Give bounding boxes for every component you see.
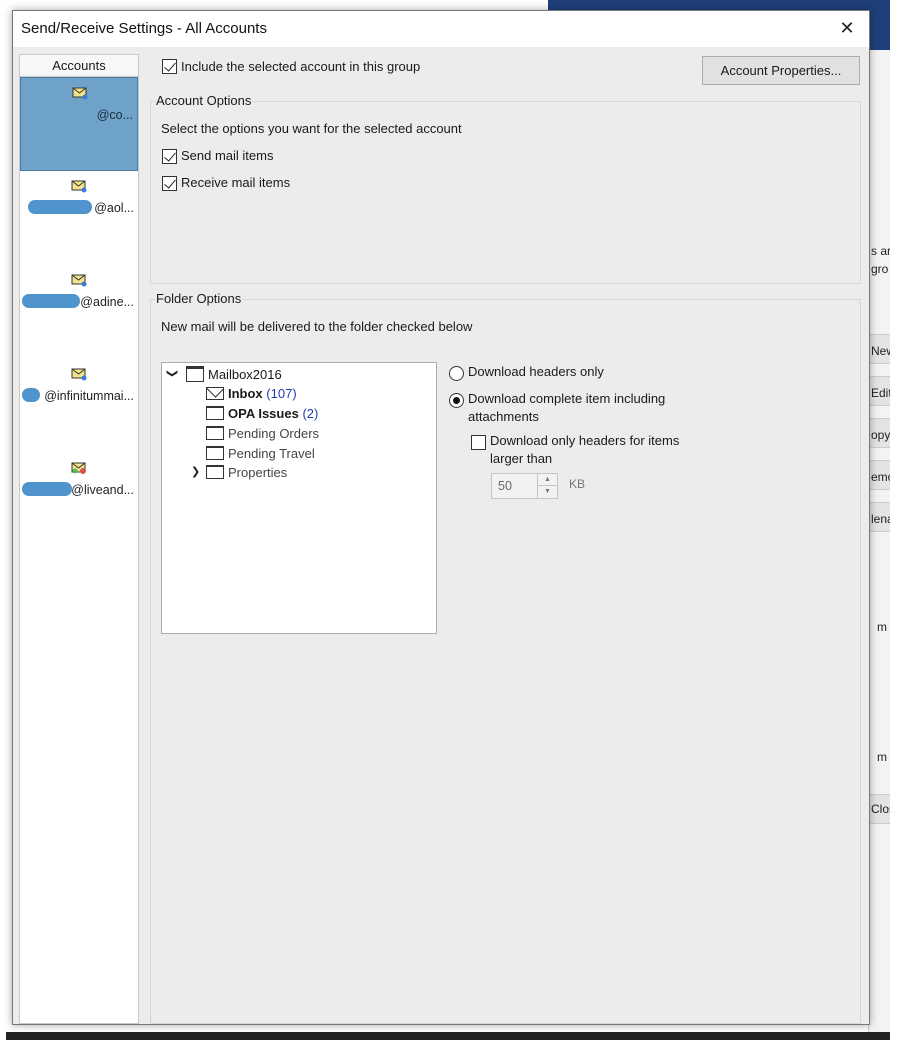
collapse-chevron-icon[interactable]: ❯ bbox=[166, 369, 179, 378]
account-label: @liveand... bbox=[71, 483, 134, 497]
download-headers-only-label: Download headers only bbox=[468, 364, 604, 379]
download-only-headers-checkbox[interactable] bbox=[471, 435, 486, 450]
account-properties-button[interactable]: Account Properties... bbox=[702, 56, 860, 85]
tree-node-inbox[interactable]: Inbox (107) bbox=[206, 386, 297, 405]
unread-count: (107) bbox=[266, 386, 297, 401]
size-unit-label: KB bbox=[569, 477, 586, 491]
download-complete-item-radio[interactable] bbox=[449, 393, 464, 408]
expand-chevron-icon[interactable]: ❯ bbox=[191, 465, 200, 478]
unread-count: (2) bbox=[302, 406, 319, 421]
background-text: m bbox=[877, 620, 887, 634]
account-icon bbox=[71, 180, 87, 193]
redacted-name bbox=[22, 294, 80, 308]
tree-node-mailbox[interactable]: Mailbox2016 bbox=[186, 366, 282, 385]
account-item[interactable]: @infinitummai... bbox=[20, 359, 138, 453]
tree-node-properties[interactable]: Properties bbox=[206, 465, 287, 484]
tree-node-label: Pending Orders bbox=[228, 426, 320, 441]
account-label: @co... bbox=[96, 108, 133, 122]
dialog-title: Send/Receive Settings - All Accounts bbox=[21, 20, 267, 37]
folder-icon bbox=[206, 426, 224, 440]
receive-mail-checkbox[interactable] bbox=[162, 176, 177, 191]
account-icon bbox=[72, 87, 88, 100]
close-icon[interactable]: ✕ bbox=[835, 17, 859, 41]
receive-mail-label: Receive mail items bbox=[181, 175, 291, 190]
download-only-headers-label: Download only headers for items bbox=[490, 433, 680, 448]
account-item[interactable]: @aol... bbox=[20, 171, 138, 265]
background-text: lenar bbox=[871, 512, 890, 526]
background-text: opy bbox=[871, 428, 890, 442]
folder-icon bbox=[206, 446, 224, 460]
inbox-mail-icon bbox=[206, 387, 224, 400]
account-item[interactable]: @co... bbox=[20, 77, 138, 171]
account-icon bbox=[71, 274, 87, 287]
account-icon bbox=[71, 462, 86, 474]
tree-node-pending-travel[interactable]: Pending Travel bbox=[206, 446, 315, 465]
include-account-checkbox[interactable] bbox=[162, 59, 177, 74]
background-text: s ar bbox=[871, 244, 890, 258]
download-complete-item-label-cont: attachments bbox=[468, 409, 539, 424]
background-text: Edit. bbox=[871, 386, 890, 400]
accounts-header: Accounts bbox=[20, 55, 138, 77]
redacted-name bbox=[22, 388, 40, 402]
folder-options-description: New mail will be delivered to the folder… bbox=[161, 319, 473, 334]
folder-icon bbox=[206, 465, 224, 479]
tree-node-opa-issues[interactable]: OPA Issues (2) bbox=[206, 406, 318, 425]
account-label: @adine... bbox=[80, 295, 134, 309]
account-label: @infinitummai... bbox=[44, 389, 134, 403]
folder-options-title: Folder Options bbox=[155, 291, 243, 306]
include-account-label: Include the selected account in this gro… bbox=[181, 59, 421, 74]
decrement-arrow-icon[interactable]: ▼ bbox=[538, 486, 557, 498]
account-item[interactable]: @liveand... bbox=[20, 453, 138, 547]
account-options-description: Select the options you want for the sele… bbox=[161, 121, 462, 136]
redacted-name bbox=[28, 200, 92, 214]
background-text: m bbox=[877, 750, 887, 764]
background-taskbar bbox=[6, 1032, 890, 1040]
account-options-title: Account Options bbox=[155, 93, 253, 108]
account-icon bbox=[71, 368, 87, 381]
tree-node-label: Pending Travel bbox=[228, 446, 315, 461]
send-mail-checkbox[interactable] bbox=[162, 149, 177, 164]
mailbox-icon bbox=[186, 366, 204, 382]
size-limit-stepper[interactable]: 50 ▲ ▼ bbox=[491, 473, 558, 499]
folder-tree[interactable]: ❯ Mailbox2016 Inbox (107) OPA Issues (2)… bbox=[161, 362, 437, 634]
background-text: New bbox=[871, 344, 890, 358]
accounts-list[interactable]: Accounts @co... @aol... @adine... @infin… bbox=[19, 54, 139, 1024]
tree-node-label: Mailbox2016 bbox=[208, 367, 282, 382]
tree-node-pending-orders[interactable]: Pending Orders bbox=[206, 426, 319, 445]
tree-node-label: Properties bbox=[228, 465, 288, 480]
download-complete-item-label: Download complete item including bbox=[468, 391, 666, 406]
tree-node-label: Inbox bbox=[228, 386, 263, 401]
send-receive-settings-dialog: Send/Receive Settings - All Accounts ✕ A… bbox=[12, 10, 870, 1025]
background-text: Clos bbox=[871, 802, 890, 816]
increment-arrow-icon[interactable]: ▲ bbox=[538, 474, 557, 486]
account-label: @aol... bbox=[94, 201, 134, 215]
background-text: emo bbox=[871, 470, 890, 484]
tree-node-label: OPA Issues bbox=[228, 406, 299, 421]
background-side-strip: s ar gro New Edit. opy emo lenar m m Clo… bbox=[868, 50, 890, 1035]
download-headers-only-radio[interactable] bbox=[449, 366, 464, 381]
send-mail-label: Send mail items bbox=[181, 148, 274, 163]
account-item[interactable]: @adine... bbox=[20, 265, 138, 359]
size-limit-value[interactable]: 50 bbox=[498, 479, 512, 493]
folder-icon bbox=[206, 406, 224, 420]
dialog-title-bar: Send/Receive Settings - All Accounts ✕ bbox=[13, 11, 869, 47]
background-text: gro bbox=[871, 262, 889, 276]
stepper-buttons: ▲ ▼ bbox=[537, 474, 557, 498]
redacted-name bbox=[22, 482, 72, 496]
download-only-headers-label-cont: larger than bbox=[490, 451, 553, 466]
